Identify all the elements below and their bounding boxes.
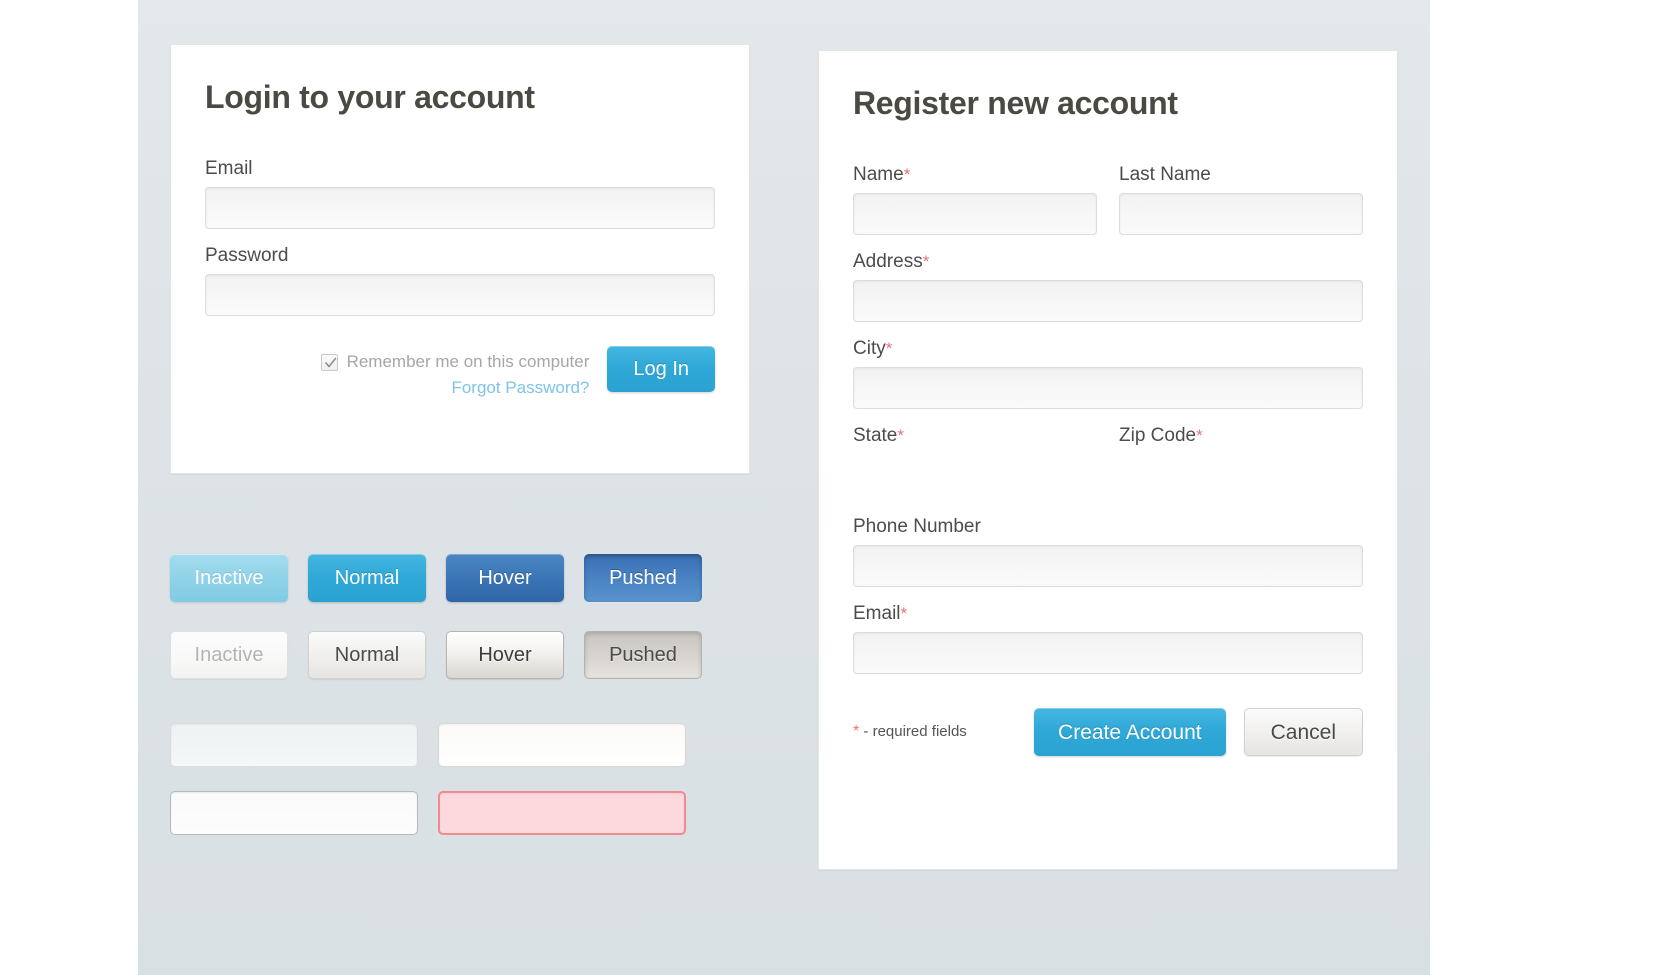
login-email-label: Email [205, 158, 253, 179]
login-password-group: Password [205, 245, 715, 316]
required-asterisk: * [903, 165, 911, 184]
canvas-background: Login to your account Email Password Rem… [138, 0, 1430, 975]
state-zip-row: State* Zip Code* [853, 425, 1363, 516]
grey-button-inactive[interactable]: Inactive [170, 631, 288, 679]
register-name-input[interactable] [853, 193, 1097, 235]
remember-me-label: Remember me on this computer [346, 352, 590, 371]
grey-button-normal[interactable]: Normal [308, 631, 426, 679]
register-phone-group: Phone Number [853, 516, 1363, 587]
register-title: Register new account [853, 85, 1178, 121]
required-fields-note: * - required fields [853, 723, 967, 740]
required-asterisk: * [1196, 426, 1203, 445]
required-asterisk: * [897, 426, 904, 445]
log-in-button[interactable]: Log In [607, 346, 715, 392]
input-sample-hover[interactable] [438, 723, 686, 767]
login-card: Login to your account Email Password Rem… [170, 44, 750, 474]
register-phone-input[interactable] [853, 545, 1363, 587]
create-account-button[interactable]: Create Account [1034, 708, 1226, 756]
register-address-input[interactable] [853, 280, 1363, 322]
login-password-label: Password [205, 245, 289, 266]
login-email-input[interactable] [205, 187, 715, 229]
register-state-label: State* [853, 425, 904, 446]
register-phone-label: Phone Number [853, 516, 981, 537]
required-asterisk: * [922, 252, 930, 271]
cancel-button[interactable]: Cancel [1243, 708, 1363, 756]
register-address-group: Address* [853, 251, 1363, 322]
register-city-group: City* [853, 338, 1363, 409]
input-swatch-row-2 [170, 791, 686, 835]
register-email-group: Email* [853, 603, 1363, 674]
register-city-label: City* [853, 338, 893, 359]
checkmark-icon [324, 357, 336, 367]
blue-button-normal[interactable]: Normal [308, 554, 426, 602]
register-zip-label: Zip Code* [1119, 425, 1203, 446]
name-row: Name* Last Name [853, 164, 1363, 251]
register-email-input[interactable] [853, 632, 1363, 674]
required-asterisk: * [900, 604, 908, 623]
input-sample-error[interactable] [438, 791, 686, 835]
login-actions: Remember me on this computer Forgot Pass… [205, 346, 715, 398]
remember-me-checkbox[interactable] [320, 353, 338, 371]
register-lastname-label: Last Name [1119, 164, 1211, 185]
register-address-label: Address* [853, 251, 930, 272]
blue-button-hover[interactable]: Hover [446, 554, 564, 602]
remember-me-row[interactable]: Remember me on this computer [320, 352, 590, 372]
input-sample-normal[interactable] [170, 723, 418, 767]
register-email-label: Email* [853, 603, 908, 624]
remember-block: Remember me on this computer Forgot Pass… [320, 346, 590, 398]
register-zip-group: Zip Code* [1119, 425, 1363, 500]
input-swatch-row-1 [170, 723, 686, 767]
register-name-group: Name* [853, 164, 1097, 235]
required-asterisk: * [885, 339, 893, 358]
blue-button-swatch-row: Inactive Normal Hover Pushed [170, 554, 702, 602]
register-actions: * - required fields Create Account Cance… [853, 708, 1363, 756]
login-password-input[interactable] [205, 274, 715, 316]
register-zip-input-placeholder[interactable] [1119, 454, 1363, 500]
blue-button-pushed[interactable]: Pushed [584, 554, 702, 602]
register-city-input[interactable] [853, 367, 1363, 409]
register-card: Register new account Name* Last Name Add… [818, 50, 1398, 870]
required-asterisk: * [853, 723, 860, 740]
login-email-group: Email [205, 158, 715, 229]
grey-button-hover[interactable]: Hover [446, 631, 564, 679]
blue-button-inactive[interactable]: Inactive [170, 554, 288, 602]
forgot-password-link[interactable]: Forgot Password? [321, 378, 589, 398]
grey-button-pushed[interactable]: Pushed [584, 631, 702, 679]
grey-button-swatch-row: Inactive Normal Hover Pushed [170, 631, 702, 679]
register-state-input-placeholder[interactable] [853, 454, 1097, 500]
register-name-label: Name* [853, 164, 911, 185]
login-title: Login to your account [205, 79, 535, 115]
register-lastname-group: Last Name [1119, 164, 1363, 235]
input-sample-focus[interactable] [170, 791, 418, 835]
register-lastname-input[interactable] [1119, 193, 1363, 235]
register-state-group: State* [853, 425, 1097, 500]
